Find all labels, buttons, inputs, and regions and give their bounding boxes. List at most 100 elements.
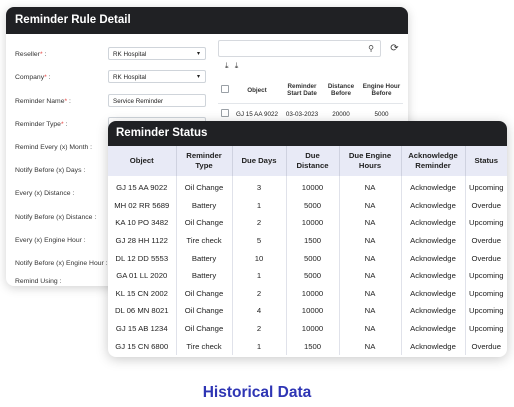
form-label: Remind Every (x) Month : [15, 144, 92, 151]
row-checkbox[interactable] [221, 109, 229, 117]
table-row: DL 12 DD 5553 Battery 10 5000 NA Acknowledge O… [108, 249, 507, 267]
table-row: GJ 28 HH 1122 Tire check 5 1500 NA Acknowledg… [108, 231, 507, 250]
cell-object: GA 01 LL 2020 [108, 266, 177, 285]
historical-data-caption: Historical Data [202, 384, 312, 401]
column-header: Object [108, 146, 177, 176]
cell-reminder-type: Tire check [176, 337, 233, 355]
cell-due-days: 2 [232, 284, 287, 303]
cell-reminder-type: Tire check [176, 231, 233, 250]
acknowledge-link[interactable]: Acknowledge [401, 266, 466, 285]
column-header: Due Days [232, 146, 287, 176]
acknowledge-link[interactable]: Acknowledge [401, 337, 466, 355]
status-badge: Upcoming [468, 183, 504, 193]
mini-cell-object: GJ 15 AA 9022 [235, 110, 278, 118]
cell-object: DL 12 DD 5553 [108, 249, 177, 267]
form-label: Reminder Name* : [15, 98, 71, 105]
chevron-down-icon[interactable]: ▾ [197, 71, 200, 84]
cell-due-days: 5 [232, 231, 287, 250]
cell-due-days: 4 [232, 302, 287, 320]
refresh-icon[interactable]: ⟳ [386, 40, 403, 57]
cell-due-distance: 5000 [286, 249, 340, 267]
cell-due-days: 10 [232, 249, 287, 267]
form-label-suffix: : [67, 98, 71, 105]
cell-object: GJ 28 HH 1122 [108, 231, 177, 250]
select-field[interactable]: RK Hospital ▾ [108, 47, 206, 60]
table-row: MH 02 RR 5689 Battery 1 5000 NA Acknowledge Ov… [108, 196, 507, 215]
mini-cell-engine-hour: 5000 [374, 110, 389, 118]
mini-cell-start-date: 03-03-2023 [285, 110, 319, 118]
rule-objects-table: Object Reminder Start Date Distance Befo… [218, 77, 403, 124]
chevron-down-icon[interactable]: ▾ [197, 48, 200, 61]
cell-due-engine-hours: NA [339, 196, 402, 215]
cell-object: GJ 15 AA 9022 [108, 176, 177, 197]
cell-due-engine-hours: NA [339, 214, 402, 232]
cell-due-distance: 5000 [286, 266, 340, 285]
cell-due-days: 1 [232, 337, 287, 355]
form-label-text: Remind Every (x) Month : [15, 144, 93, 151]
form-label: Remind Using : [15, 278, 61, 285]
cell-reminder-type: Battery [176, 196, 233, 215]
acknowledge-link[interactable]: Acknowledge [401, 284, 466, 303]
cell-object: KA 10 PO 3482 [108, 214, 177, 232]
cell-object: KL 15 CN 2002 [108, 284, 177, 303]
cell-due-distance: 1500 [286, 337, 340, 355]
table-row: GJ 15 AB 1234 Oil Change 2 10000 NA Acknowled… [108, 319, 507, 338]
form-label-suffix: : [42, 51, 47, 58]
form-label: Notify Before (x) Distance : [15, 214, 96, 221]
status-badge: Overdue [471, 200, 502, 210]
acknowledge-link[interactable]: Acknowledge [401, 196, 466, 215]
form-label-text: Every (x) Engine Hour : [15, 237, 86, 244]
cell-due-days: 2 [232, 214, 287, 232]
form-label-text: Reseller [15, 51, 40, 58]
mini-cell-distance: 20000 [332, 110, 350, 118]
status-badge: Upcoming [468, 271, 504, 281]
form-label-text: Notify Before (x) Days : [15, 167, 86, 174]
reminder-status-title: Reminder Status [108, 121, 507, 146]
status-badge: Upcoming [468, 218, 504, 228]
cell-due-engine-hours: NA [339, 231, 402, 250]
cell-due-engine-hours: NA [339, 337, 402, 355]
download-icons[interactable]: ⤓ ⤓ [225, 61, 240, 71]
cell-reminder-type: Oil Change [176, 176, 233, 197]
form-label: Every (x) Distance : [15, 190, 74, 197]
acknowledge-link[interactable]: Acknowledge [401, 249, 466, 267]
field-value: RK Hospital [113, 51, 147, 58]
form-label: Every (x) Engine Hour : [15, 237, 86, 244]
status-badge: Overdue [471, 341, 502, 351]
acknowledge-link[interactable]: Acknowledge [401, 214, 466, 232]
reminder-status-table: Object Reminder Type Due Days Due Distance D… [108, 146, 507, 355]
cell-due-distance: 10000 [286, 319, 340, 338]
acknowledge-link[interactable]: Acknowledge [401, 302, 466, 320]
table-row: KA 10 PO 3482 Oil Change 2 10000 NA Acknowled… [108, 214, 507, 232]
form-label: Reminder Type* : [15, 121, 67, 128]
cell-due-days: 3 [232, 176, 287, 197]
cell-reminder-type: Oil Change [176, 284, 233, 303]
cell-reminder-type: Oil Change [176, 302, 233, 320]
form-label-text: Remind Using : [15, 278, 62, 285]
cell-object: MH 02 RR 5689 [108, 196, 177, 215]
cell-due-distance: 5000 [286, 196, 340, 215]
select-all-checkbox[interactable] [221, 85, 229, 93]
column-header: Due Engine Hours [339, 146, 402, 176]
search-input[interactable]: ⚲ [218, 40, 381, 57]
cell-due-days: 1 [232, 266, 287, 285]
cell-due-engine-hours: NA [339, 266, 402, 285]
select-field[interactable]: RK Hospital ▾ [108, 70, 206, 83]
cell-object: GJ 15 CN 6800 [108, 337, 177, 355]
field-value: Service Reminder [113, 98, 164, 105]
acknowledge-link[interactable]: Acknowledge [401, 176, 466, 197]
text-field[interactable]: Service Reminder [108, 94, 206, 107]
form-label-text: Notify Before (x) Engine Hour : [15, 260, 108, 267]
acknowledge-link[interactable]: Acknowledge [401, 231, 466, 250]
table-row: KL 15 CN 2002 Oil Change 2 10000 NA Acknowled… [108, 284, 507, 303]
search-icon[interactable]: ⚲ [368, 44, 374, 53]
cell-reminder-type: Oil Change [176, 214, 233, 232]
acknowledge-link[interactable]: Acknowledge [401, 319, 466, 338]
form-label-suffix: : [63, 121, 68, 128]
status-badge: Overdue [471, 236, 502, 246]
column-header: Reminder Type [176, 146, 233, 176]
form-label: Company* : [15, 74, 51, 81]
mini-header-distance: Distance Before [327, 83, 355, 97]
column-header: Due Distance [286, 146, 340, 176]
form-label-text: Notify Before (x) Distance : [15, 214, 97, 221]
